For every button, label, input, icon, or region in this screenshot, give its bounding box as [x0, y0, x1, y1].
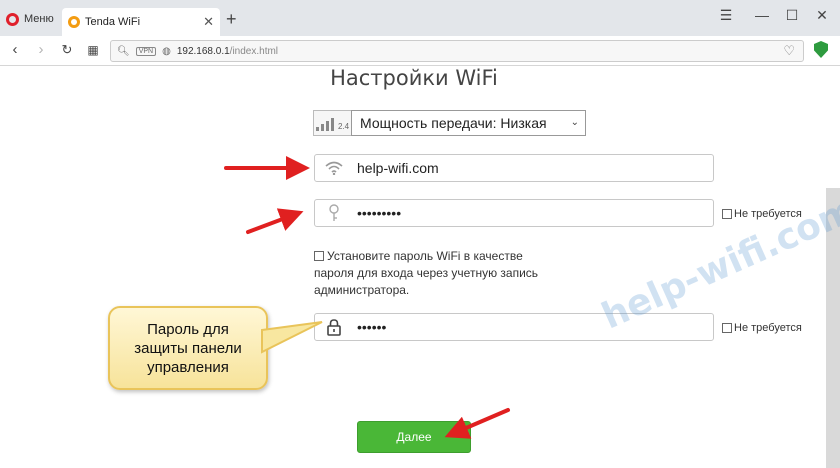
transmit-power-value: Мощность передачи: Низкая: [360, 115, 547, 131]
browser-tab[interactable]: Tenda WiFi ✕: [62, 8, 220, 36]
signal-strength-icon: 2.4: [313, 110, 351, 136]
admin-password-not-required[interactable]: Не требуется: [722, 322, 802, 334]
minimize-icon[interactable]: —: [752, 7, 772, 23]
lock-icon: [315, 314, 353, 340]
page-title: Настройки WiFi: [330, 66, 498, 90]
tab-title: Tenda WiFi: [85, 16, 141, 28]
callout-line: Пароль для: [147, 321, 229, 338]
same-password-option[interactable]: Установите пароль WiFi в качестве пароля…: [314, 248, 554, 299]
vpn-badge-icon[interactable]: VPN: [135, 46, 157, 56]
ssid-value: help-wifi.com: [357, 160, 439, 176]
opera-logo-icon: [6, 12, 19, 26]
search-icon: 🔍︎: [117, 45, 130, 57]
same-password-checkbox[interactable]: [314, 251, 324, 261]
bookmark-heart-icon[interactable]: ♡: [783, 43, 795, 59]
same-password-label: Установите пароль WiFi в качестве пароля…: [314, 249, 539, 297]
close-window-icon[interactable]: ✕: [812, 7, 832, 24]
reload-icon[interactable]: ↻: [58, 42, 76, 58]
key-icon: [315, 200, 353, 226]
tab-menu-icon[interactable]: ☰: [716, 7, 736, 24]
not-required-label: Не требуется: [734, 322, 802, 334]
maximize-icon[interactable]: ☐: [782, 7, 802, 24]
close-tab-icon[interactable]: ✕: [203, 14, 214, 30]
tenda-favicon-icon: [68, 16, 80, 28]
callout-line: управления: [147, 359, 229, 376]
checkbox[interactable]: [722, 323, 732, 333]
transmit-power-select[interactable]: Мощность передачи: Низкая ⌄: [351, 110, 586, 136]
url-field[interactable]: 🔍︎ VPN ◍ 192.168.0.1 /index.html ♡: [110, 40, 804, 62]
arrow-to-wifi-password: [246, 208, 304, 234]
wifi-password-value: •••••••••: [357, 205, 402, 221]
wifi-password-field[interactable]: •••••••••: [314, 199, 714, 227]
adblock-shield-icon[interactable]: [814, 41, 828, 58]
ssid-field[interactable]: help-wifi.com: [314, 154, 714, 182]
callout-line: защиты панели: [134, 340, 242, 357]
admin-password-value: ••••••: [357, 319, 387, 335]
new-tab-button[interactable]: +: [226, 9, 237, 30]
browser-tab-bar: Меню Tenda WiFi ✕ + ☰ — ☐ ✕: [0, 0, 840, 36]
transmit-power-row: 2.4 Мощность передачи: Низкая ⌄: [313, 110, 586, 136]
speed-dial-icon[interactable]: ▦: [84, 43, 102, 57]
url-host: 192.168.0.1: [176, 45, 230, 57]
wifi-icon: [315, 155, 353, 181]
next-button[interactable]: Далее: [357, 421, 471, 453]
checkbox[interactable]: [722, 209, 732, 219]
menu-label: Меню: [24, 13, 54, 25]
opera-menu-button[interactable]: Меню: [6, 9, 54, 29]
band-label: 2.4: [337, 122, 350, 131]
callout-pointer: [261, 321, 323, 354]
address-bar: ‹ › ↻ ▦ 🔍︎ VPN ◍ 192.168.0.1 /index.html…: [0, 36, 840, 66]
globe-icon: ◍: [162, 45, 171, 57]
chevron-down-icon: ⌄: [570, 117, 579, 128]
url-path: /index.html: [229, 45, 279, 57]
annotation-callout: Пароль для защиты панели управления: [108, 306, 268, 390]
forward-icon[interactable]: ›: [32, 41, 50, 58]
back-icon[interactable]: ‹: [6, 41, 24, 58]
